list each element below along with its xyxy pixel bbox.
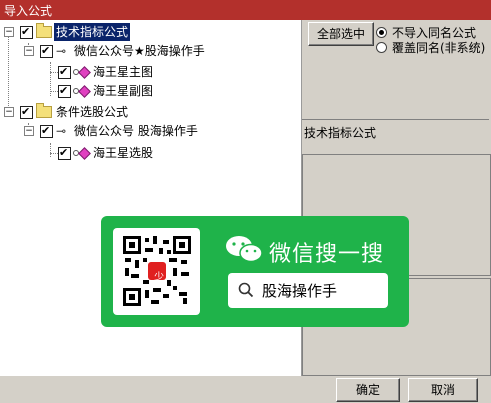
checkbox-checked-icon[interactable] [40,122,53,140]
search-icon [238,282,254,298]
tree-connector [50,91,58,92]
select-all-button[interactable]: 全部选中 [308,22,374,46]
tree-group-label: 技术指标公式 [54,23,131,41]
collapse-toggle-icon[interactable]: − [4,27,14,37]
tree-connector [50,143,51,157]
detail-section-title: 技术指标公式 [304,126,377,140]
tree-owner-label: 微信公众号★股海操作手 [74,44,205,58]
formula-diamond-icon [78,85,91,98]
key-icon: ⊸ [56,124,67,138]
title-bar: 导入公式 [0,0,491,20]
folder-icon [36,103,52,118]
formula-diamond-icon [78,147,91,160]
radio-overwrite-duplicate[interactable] [376,42,387,53]
tree-leaf-label: 海王星选股 [93,146,154,160]
collapse-toggle-icon[interactable]: − [24,126,34,136]
ok-button[interactable]: 确定 [336,378,400,402]
collapse-toggle-icon[interactable]: − [4,107,14,117]
promo-search-text: 股海操作手 [262,282,338,300]
radio-skip-duplicate[interactable] [376,27,387,38]
checkbox-checked-icon[interactable] [58,144,71,162]
window-title: 导入公式 [4,4,53,18]
formula-diamond-icon [78,66,91,79]
tree-connector [8,34,9,116]
wechat-logo-icon [226,236,263,263]
qr-code: 少 [113,228,200,315]
checkbox-checked-icon[interactable] [20,23,33,41]
tree-connector [50,153,58,154]
radio-overwrite-label: 覆盖同名(非系统) [392,41,486,55]
checkbox-checked-icon[interactable] [20,103,33,121]
tree-leaf-label: 海王星主图 [93,65,154,79]
checkbox-checked-icon[interactable] [40,42,53,60]
tree-leaf-label: 海王星副图 [93,84,154,98]
promo-search-box: 股海操作手 [228,273,388,308]
detail-header: 技术指标公式 [302,119,489,150]
wechat-promo-card: 少 微信搜一搜 股海操作手 [101,216,409,327]
tree-connector [50,72,58,73]
cancel-button[interactable]: 取消 [408,378,478,402]
promo-title: 微信搜一搜 [269,242,385,267]
tree-group-label: 条件选股公式 [56,105,129,119]
tree-owner-label: 微信公众号 股海操作手 [74,124,198,138]
checkbox-checked-icon[interactable] [58,63,71,81]
key-icon: ⊸ [56,44,67,58]
folder-icon [36,23,52,38]
qr-badge-text: 少 [154,272,164,283]
checkbox-checked-icon[interactable] [58,82,71,100]
collapse-toggle-icon[interactable]: − [24,46,34,56]
